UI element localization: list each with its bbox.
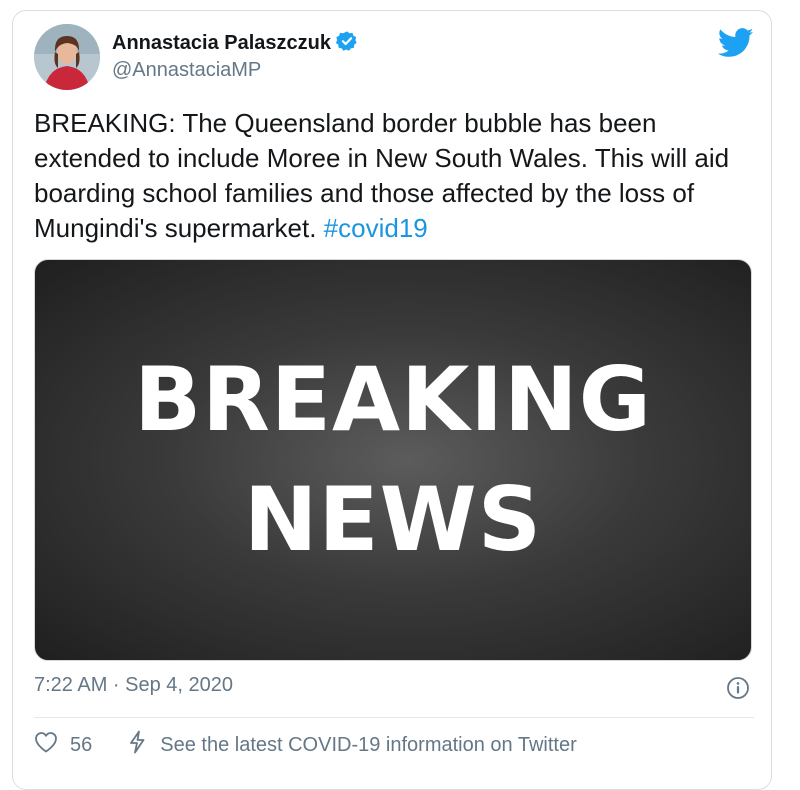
twitter-bird-icon[interactable] — [717, 28, 754, 58]
media-text-news: NEWS — [243, 468, 543, 571]
covid-info-link[interactable]: See the latest COVID-19 information on T… — [128, 730, 577, 760]
avatar-photo — [34, 24, 100, 90]
author-name-text[interactable]: Annastacia Palaszczuk — [112, 32, 331, 54]
heart-icon[interactable] — [34, 731, 58, 759]
like-count[interactable]: 56 — [70, 734, 92, 757]
author-handle[interactable]: @AnnastaciaMP — [112, 59, 261, 82]
info-icon[interactable] — [726, 676, 750, 700]
lightning-icon — [128, 730, 146, 760]
hashtag-link[interactable]: #covid19 — [324, 213, 428, 243]
divider — [34, 717, 754, 718]
media-text-breaking: BREAKING — [134, 348, 652, 451]
verified-badge-icon — [335, 30, 358, 58]
tweet-text: BREAKING: The Queensland border bubble h… — [34, 106, 764, 246]
tweet-timestamp[interactable]: 7:22 AM · Sep 4, 2020 — [34, 674, 233, 697]
author-avatar[interactable] — [34, 24, 100, 90]
covid-info-text[interactable]: See the latest COVID-19 information on T… — [160, 734, 577, 757]
tweet-actions: 56 See the latest COVID-19 information o… — [34, 730, 577, 760]
author-name[interactable]: Annastacia Palaszczuk — [112, 30, 358, 58]
tweet-media-image[interactable]: BREAKING NEWS — [34, 259, 752, 661]
